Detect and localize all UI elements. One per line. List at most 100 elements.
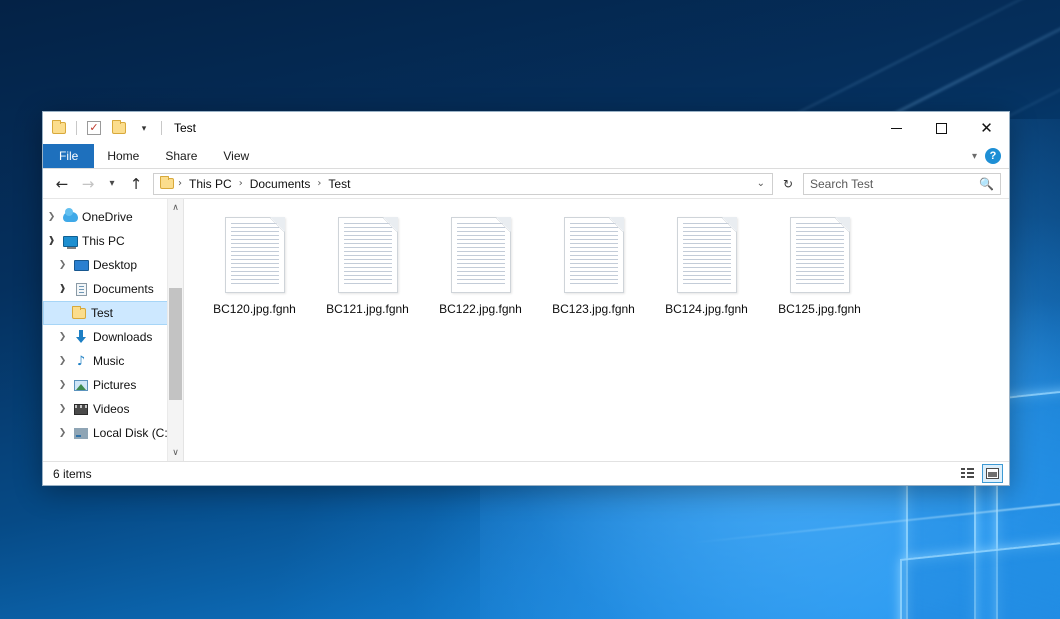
scroll-down-icon[interactable]: ∨ — [168, 444, 184, 461]
disk-icon — [71, 428, 91, 439]
view-toggle-group — [957, 464, 1003, 483]
sidebar-item-desktop[interactable]: ❯ Desktop — [43, 253, 183, 277]
folder-icon — [69, 308, 89, 319]
chevron-right-icon[interactable]: ❯ — [54, 260, 71, 270]
list-item[interactable]: BC122.jpg.fgnh — [424, 213, 537, 316]
chevron-right-icon[interactable]: ❯ — [54, 332, 71, 342]
window-body: ❯ OneDrive ❱ This PC ❯ Desktop ❱ — [43, 199, 1009, 461]
tab-file[interactable]: File — [43, 144, 94, 168]
breadcrumb-separator: › — [315, 178, 323, 189]
search-box[interactable]: Search Test 🔍 — [803, 173, 1001, 195]
search-icon[interactable]: 🔍 — [979, 177, 994, 191]
sidebar-item-label: OneDrive — [80, 210, 133, 224]
tab-share[interactable]: Share — [152, 144, 210, 168]
chevron-right-icon[interactable]: ❯ — [54, 404, 71, 414]
recent-locations-button[interactable]: ▾ — [103, 173, 121, 195]
toolbar-divider — [161, 121, 162, 135]
file-name: BC125.jpg.fgnh — [778, 302, 861, 316]
chevron-right-icon[interactable]: ❯ — [54, 356, 71, 366]
chevron-right-icon[interactable]: ❯ — [43, 212, 60, 222]
breadcrumb-separator: › — [176, 178, 184, 189]
address-bar: ← → ▾ ↑ › This PC › Documents › Test ⌄ ↻… — [43, 169, 1009, 199]
sidebar-item-test[interactable]: Test — [43, 301, 183, 325]
sidebar-item-label: Desktop — [91, 258, 137, 272]
sidebar-item-label: Music — [91, 354, 124, 368]
tab-home[interactable]: Home — [94, 144, 152, 168]
item-count-label: 6 items — [53, 467, 92, 481]
sidebar-item-local-disk[interactable]: ❯ Local Disk (C:) — [43, 421, 183, 445]
breadcrumb-item-this-pc[interactable]: This PC — [186, 177, 235, 191]
chevron-down-icon[interactable]: ▾ — [972, 151, 977, 162]
sidebar-item-downloads[interactable]: ❯ Downloads — [43, 325, 183, 349]
tab-view[interactable]: View — [210, 144, 262, 168]
breadcrumb-item-test[interactable]: Test — [325, 177, 353, 191]
sidebar-item-label: Documents — [91, 282, 154, 296]
generic-file-icon — [338, 217, 398, 293]
scrollbar-thumb[interactable] — [169, 288, 182, 400]
list-item[interactable]: BC120.jpg.fgnh — [198, 213, 311, 316]
chevron-down-icon[interactable]: ❱ — [54, 284, 71, 294]
maximize-button[interactable] — [919, 112, 964, 144]
scrollbar-track[interactable] — [168, 216, 184, 444]
file-grid: BC120.jpg.fgnh BC121.jpg.fgnh BC122.jpg.… — [184, 213, 1009, 316]
details-view-button[interactable] — [957, 464, 978, 483]
navigation-pane: ❯ OneDrive ❱ This PC ❯ Desktop ❱ — [43, 199, 184, 461]
chevron-right-icon[interactable]: ❯ — [54, 428, 71, 438]
computer-icon — [60, 236, 80, 247]
scroll-up-icon[interactable]: ∧ — [168, 199, 184, 216]
chevron-down-icon[interactable]: ❱ — [43, 236, 60, 246]
desktop-background: ✓ ▾ Test ✕ File Home Share View ▾ ? — [0, 0, 1060, 619]
ribbon-right-controls: ▾ ? — [972, 144, 1009, 168]
back-button[interactable]: ← — [51, 173, 73, 195]
music-icon: ♪ — [71, 355, 91, 368]
new-folder-icon[interactable] — [109, 118, 129, 138]
cloud-icon — [60, 212, 80, 222]
pictures-icon — [71, 380, 91, 391]
forward-button[interactable]: → — [77, 173, 99, 195]
list-item[interactable]: BC123.jpg.fgnh — [537, 213, 650, 316]
status-bar: 6 items — [43, 461, 1009, 485]
generic-file-icon — [677, 217, 737, 293]
breadcrumb[interactable]: › This PC › Documents › Test ⌄ — [153, 173, 773, 195]
quick-access-toolbar: ✓ ▾ — [49, 118, 164, 138]
large-icons-view-button[interactable] — [982, 464, 1003, 483]
file-name: BC120.jpg.fgnh — [213, 302, 296, 316]
toolbar-divider — [76, 121, 77, 135]
sidebar-item-music[interactable]: ❯ ♪ Music — [43, 349, 183, 373]
sidebar-item-documents[interactable]: ❱ Documents — [43, 277, 183, 301]
folder-icon[interactable] — [49, 118, 69, 138]
breadcrumb-item-documents[interactable]: Documents — [247, 177, 314, 191]
download-icon — [71, 330, 91, 344]
sidebar-item-label: Local Disk (C:) — [91, 426, 172, 440]
file-name: BC121.jpg.fgnh — [326, 302, 409, 316]
up-button[interactable]: ↑ — [125, 173, 147, 195]
refresh-icon[interactable]: ↻ — [777, 173, 799, 195]
generic-file-icon — [225, 217, 285, 293]
sidebar-scrollbar[interactable]: ∧ ∨ — [167, 199, 183, 461]
ribbon-tab-strip: File Home Share View ▾ ? — [43, 144, 1009, 169]
sidebar-item-this-pc[interactable]: ❱ This PC — [43, 229, 183, 253]
window-controls: ✕ — [874, 112, 1009, 144]
sidebar-item-label: Videos — [91, 402, 129, 416]
document-icon — [71, 283, 91, 296]
properties-icon[interactable]: ✓ — [84, 118, 104, 138]
sidebar-item-pictures[interactable]: ❯ Pictures — [43, 373, 183, 397]
chevron-down-icon[interactable]: ▾ — [134, 118, 154, 138]
minimize-button[interactable] — [874, 112, 919, 144]
close-button[interactable]: ✕ — [964, 112, 1009, 144]
generic-file-icon — [790, 217, 850, 293]
sidebar-item-videos[interactable]: ❯ Videos — [43, 397, 183, 421]
sidebar-item-onedrive[interactable]: ❯ OneDrive — [43, 205, 183, 229]
list-item[interactable]: BC125.jpg.fgnh — [763, 213, 876, 316]
chevron-down-icon[interactable]: ⌄ — [757, 178, 768, 189]
breadcrumb-separator: › — [237, 178, 245, 189]
sidebar-item-label: Downloads — [91, 330, 152, 344]
file-name: BC124.jpg.fgnh — [665, 302, 748, 316]
file-list-pane[interactable]: BC120.jpg.fgnh BC121.jpg.fgnh BC122.jpg.… — [184, 199, 1009, 461]
window-title: Test — [174, 121, 196, 135]
search-input[interactable]: Search Test — [810, 177, 979, 191]
list-item[interactable]: BC121.jpg.fgnh — [311, 213, 424, 316]
help-icon[interactable]: ? — [985, 148, 1001, 164]
list-item[interactable]: BC124.jpg.fgnh — [650, 213, 763, 316]
chevron-right-icon[interactable]: ❯ — [54, 380, 71, 390]
